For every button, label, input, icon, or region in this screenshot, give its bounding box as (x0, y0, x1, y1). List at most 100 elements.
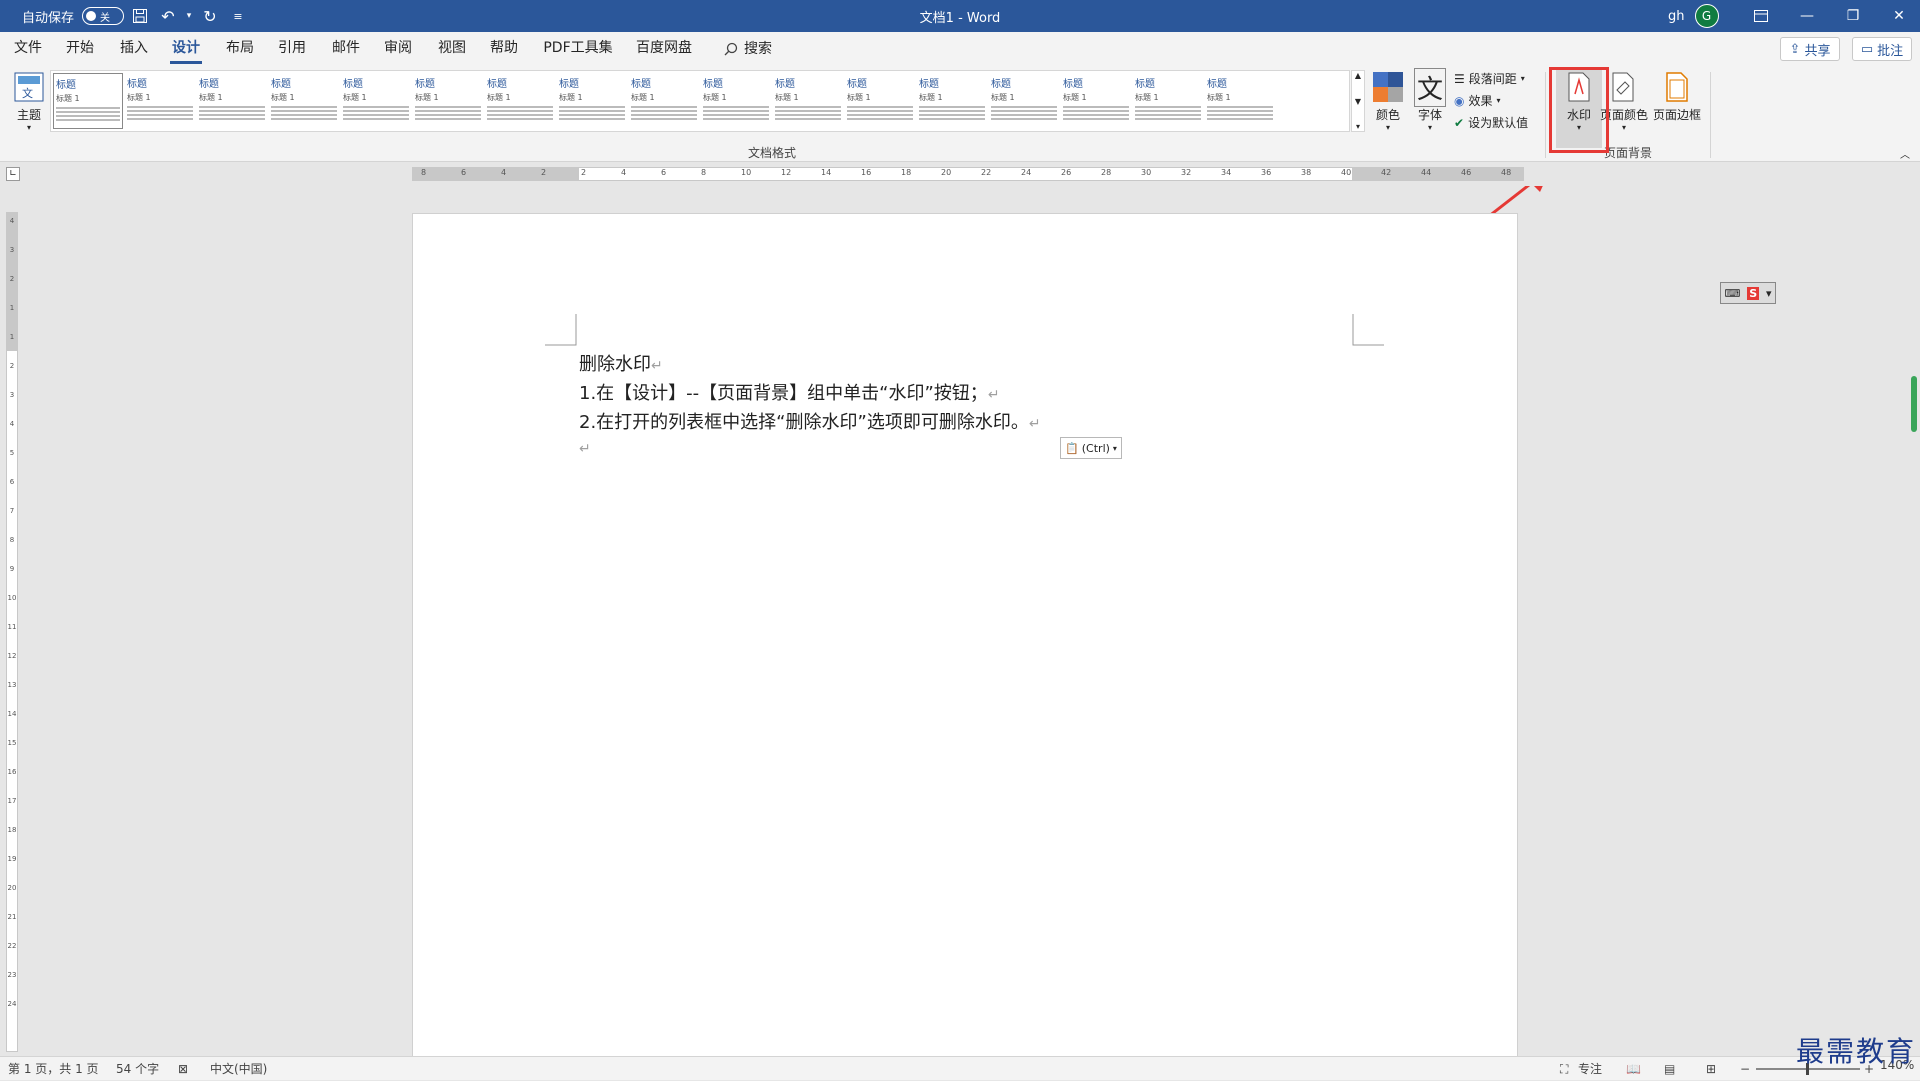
fonts-button[interactable]: 文 字体 ▾ (1412, 67, 1448, 132)
colors-button[interactable]: 颜色 ▾ (1370, 70, 1406, 132)
read-mode-icon[interactable]: 📖 (1626, 1057, 1641, 1081)
style-set-heading: 标题 (127, 79, 147, 90)
ruler-tick-label: 26 (1061, 168, 1072, 177)
style-set-item[interactable]: 标题 标题 1 (701, 73, 771, 129)
paragraph-mark-icon: ↵ (1028, 416, 1041, 432)
minimize-icon[interactable]: — (1784, 0, 1830, 32)
style-set-item[interactable]: 标题 标题 1 (917, 73, 987, 129)
collapse-ribbon-icon[interactable]: ︿ (1900, 146, 1910, 161)
ruler-tick-label: 23 (7, 971, 17, 979)
vertical-ruler[interactable]: 4 3 2 1 1 2 3 4 5 6 7 8 9 10 11 12 13 14 15 16 17 18 19 20 21 22 2… (6, 212, 18, 1052)
tab-baidu-netdisk[interactable]: 百度网盘 (632, 32, 696, 66)
tab-file[interactable]: 文件 (10, 32, 46, 66)
sogou-icon[interactable]: S (1747, 286, 1760, 300)
fonts-label: 字体 (1417, 108, 1442, 122)
style-set-lines (559, 106, 625, 108)
word-count[interactable]: 54 个字 (116, 1057, 159, 1081)
style-set-lines (199, 106, 265, 108)
tab-pdf-tools[interactable]: PDF工具集 (540, 32, 616, 66)
restore-icon[interactable]: ❐ (1830, 0, 1876, 32)
effects-button[interactable]: ◉ 效果 ▾ (1454, 92, 1501, 109)
style-set-item[interactable]: 标题 标题 1 (845, 73, 915, 129)
style-set-item[interactable]: 标题 标题 1 (485, 73, 555, 129)
chevron-down-icon[interactable]: ▾ (1766, 287, 1772, 300)
document-page[interactable] (412, 213, 1518, 1060)
undo-dropdown-icon[interactable]: ▾ (182, 0, 196, 32)
tab-design[interactable]: 设计 (168, 32, 204, 66)
comments-button[interactable]: ▭ 批注 (1852, 37, 1912, 61)
themes-button[interactable]: 文 主题 ▾ (10, 70, 48, 132)
ruler-tick-label: 3 (9, 246, 15, 254)
zoom-out-icon[interactable]: − (1740, 1057, 1750, 1081)
style-set-item[interactable]: 标题 标题 1 (269, 73, 339, 129)
gallery-expand-icon[interactable]: ▾ (1356, 122, 1360, 131)
avatar[interactable]: G (1694, 4, 1719, 28)
tab-layout[interactable]: 布局 (222, 32, 258, 66)
scroll-down-icon[interactable]: ▼ (1355, 97, 1361, 106)
style-set-item[interactable]: 标题 标题 1 (53, 73, 123, 129)
style-set-item[interactable]: 标题 标题 1 (197, 73, 267, 129)
ribbon-display-icon[interactable] (1738, 0, 1784, 32)
web-layout-icon[interactable]: ⊞ (1706, 1057, 1716, 1081)
paste-options-button[interactable]: 📋 (Ctrl) ▾ (1060, 437, 1122, 459)
customize-toolbar-icon[interactable]: ≡ (224, 0, 252, 32)
toggle-knob (86, 11, 97, 21)
tab-home[interactable]: 开始 (62, 32, 98, 66)
undo-icon[interactable]: ↶ (154, 0, 182, 32)
tab-help[interactable]: 帮助 (486, 32, 522, 66)
style-set-item[interactable]: 标题 标题 1 (557, 73, 627, 129)
style-set-item[interactable]: 标题 标题 1 (125, 73, 195, 129)
ruler-tick-label: 11 (7, 623, 17, 631)
keyboard-icon[interactable]: ⌨ (1724, 287, 1740, 300)
close-icon[interactable]: ✕ (1876, 0, 1920, 32)
autosave-toggle[interactable]: 关 (82, 7, 125, 25)
scroll-up-icon[interactable]: ▲ (1355, 71, 1361, 80)
user-name[interactable]: gh (1668, 9, 1685, 24)
set-default-button[interactable]: ✔ 设为默认值 (1454, 114, 1528, 131)
style-set-item[interactable]: 标题 标题 1 (1061, 73, 1131, 129)
paragraph-spacing-button[interactable]: ☰ 段落间距 ▾ (1454, 70, 1525, 87)
proofing-icon[interactable]: ⊠ (178, 1057, 188, 1081)
style-set-item[interactable]: 标题 标题 1 (413, 73, 483, 129)
redo-icon[interactable]: ↻ (196, 0, 224, 32)
tab-references[interactable]: 引用 (274, 32, 310, 66)
vertical-scrollbar-thumb[interactable] (1911, 376, 1917, 432)
doc-paragraph-1[interactable]: 删除水印↵ (579, 350, 663, 376)
style-set-item[interactable]: 标题 标题 1 (1133, 73, 1203, 129)
autosave[interactable]: 自动保存 关 (22, 0, 125, 32)
ruler-tick-label: 22 (7, 942, 17, 950)
divider (1710, 72, 1711, 158)
tab-review[interactable]: 审阅 (380, 32, 416, 66)
style-set-sub: 标题 1 (1135, 93, 1159, 102)
horizontal-ruler[interactable]: 8 6 4 2 2 4 6 8 10 12 14 16 18 20 22 24 26 28 30 32 34 36 38 40… (412, 167, 1524, 181)
style-set-item[interactable]: 标题 标题 1 (773, 73, 843, 129)
focus-label[interactable]: 专注 (1578, 1057, 1602, 1081)
style-set-item[interactable]: 标题 标题 1 (989, 73, 1059, 129)
ime-toolbar[interactable]: ⌨ S ▾ (1720, 282, 1776, 304)
language[interactable]: 中文(中国) (210, 1057, 267, 1081)
page-borders-button[interactable]: 页面边框 (1652, 70, 1702, 123)
colors-icon (1372, 70, 1404, 104)
doc-paragraph-4[interactable]: ↵ (579, 437, 591, 458)
ruler-tick-label: 21 (7, 913, 17, 921)
style-set-heading: 标题 (703, 79, 723, 90)
style-set-sub: 标题 1 (343, 93, 367, 102)
style-set-item[interactable]: 标题 标题 1 (629, 73, 699, 129)
style-set-lines (703, 106, 769, 108)
themes-icon: 文 (13, 70, 45, 104)
tab-view[interactable]: 视图 (434, 32, 470, 66)
doc-paragraph-3[interactable]: 2.在打开的列表框中选择“删除水印”选项即可删除水印。↵ (579, 408, 1041, 434)
page-count[interactable]: 第 1 页，共 1 页 (8, 1057, 99, 1081)
share-button[interactable]: ⇪ 共享 (1780, 37, 1840, 61)
gallery-scroll[interactable]: ▲ ▼ ▾ (1351, 70, 1365, 132)
style-set-item[interactable]: 标题 标题 1 (1205, 73, 1275, 129)
tab-selector-icon[interactable]: ∟ (6, 167, 20, 181)
focus-icon[interactable]: ⛶ (1560, 1057, 1568, 1081)
doc-paragraph-2[interactable]: 1.在【设计】--【页面背景】组中单击“水印”按钮；↵ (579, 379, 1000, 405)
search-box[interactable]: 搜索 (724, 32, 784, 66)
save-icon[interactable] (126, 0, 154, 32)
tab-insert[interactable]: 插入 (116, 32, 152, 66)
style-set-item[interactable]: 标题 标题 1 (341, 73, 411, 129)
print-layout-icon[interactable]: ▤ (1664, 1057, 1675, 1081)
tab-mailings[interactable]: 邮件 (328, 32, 364, 66)
